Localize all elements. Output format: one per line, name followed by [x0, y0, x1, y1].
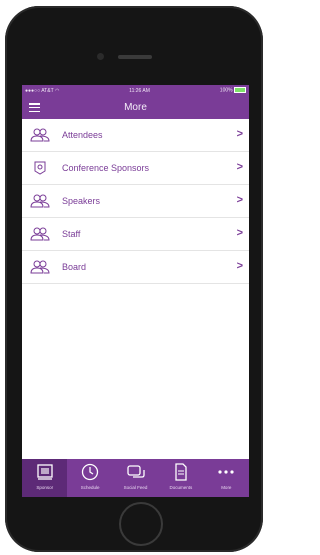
clock-icon: [81, 463, 99, 481]
list-item-label: Attendees: [62, 130, 103, 140]
list-item-conference-sponsors[interactable]: Conference Sponsors >: [22, 152, 249, 185]
list-item-label: Conference Sponsors: [62, 163, 150, 173]
battery-group: 100%: [219, 87, 246, 94]
document-icon: [175, 463, 187, 481]
list-item-speakers[interactable]: Speakers >: [22, 185, 249, 218]
tab-sponsor[interactable]: Sponsor: [22, 459, 68, 497]
menu-icon[interactable]: [29, 103, 40, 112]
signal-dots: ●●●○○: [25, 87, 42, 94]
list-item-board[interactable]: Board >: [22, 251, 249, 284]
app-screen: ●●●○○ AT&T ◠ 11:26 AM 100% More Attendee…: [22, 85, 249, 497]
tab-social-feed[interactable]: Social Feed: [113, 459, 158, 497]
more-list: Attendees > Conference Sponsors > Speake…: [22, 119, 249, 284]
carrier-text: AT&T: [41, 87, 54, 94]
tab-more[interactable]: More: [204, 459, 249, 497]
tab-bar: Sponsor Schedule Social Feed Documents M…: [22, 459, 249, 497]
people-icon: [30, 227, 50, 241]
battery-icon: [233, 87, 246, 94]
carrier-label: ●●●○○ AT&T ◠: [25, 88, 59, 94]
tab-documents[interactable]: Documents: [158, 459, 203, 497]
chevron-right-icon: >: [236, 260, 243, 272]
people-icon: [30, 128, 50, 142]
battery-percent: 100%: [219, 87, 233, 94]
chat-icon: [126, 465, 145, 478]
home-button[interactable]: [119, 502, 163, 546]
tab-label: Documents: [169, 485, 193, 490]
status-bar: ●●●○○ AT&T ◠ 11:26 AM 100%: [22, 85, 249, 96]
people-icon: [30, 260, 50, 274]
wifi-icon: ◠: [54, 87, 60, 94]
chevron-right-icon: >: [236, 161, 243, 173]
more-icon: [218, 470, 234, 474]
front-camera: [97, 53, 104, 60]
badge-icon: [34, 161, 46, 175]
people-icon: [30, 194, 50, 208]
chevron-right-icon: >: [236, 194, 243, 206]
tab-label: More: [221, 485, 232, 490]
sponsor-icon: [37, 464, 53, 480]
status-time: 11:26 AM: [129, 87, 150, 94]
chevron-right-icon: >: [236, 128, 243, 140]
tab-label: Social Feed: [123, 485, 148, 490]
tab-schedule[interactable]: Schedule: [67, 459, 112, 497]
list-item-label: Board: [62, 262, 87, 272]
list-item-label: Staff: [62, 229, 81, 239]
earpiece-speaker: [118, 55, 152, 59]
chevron-right-icon: >: [236, 227, 243, 239]
tab-label: Sponsor: [36, 485, 54, 490]
list-item-label: Speakers: [62, 196, 101, 206]
list-item-staff[interactable]: Staff >: [22, 218, 249, 251]
page-title: More: [124, 102, 147, 113]
list-item-attendees[interactable]: Attendees >: [22, 119, 249, 152]
nav-bar: More: [22, 96, 249, 119]
tab-label: Schedule: [80, 485, 100, 490]
